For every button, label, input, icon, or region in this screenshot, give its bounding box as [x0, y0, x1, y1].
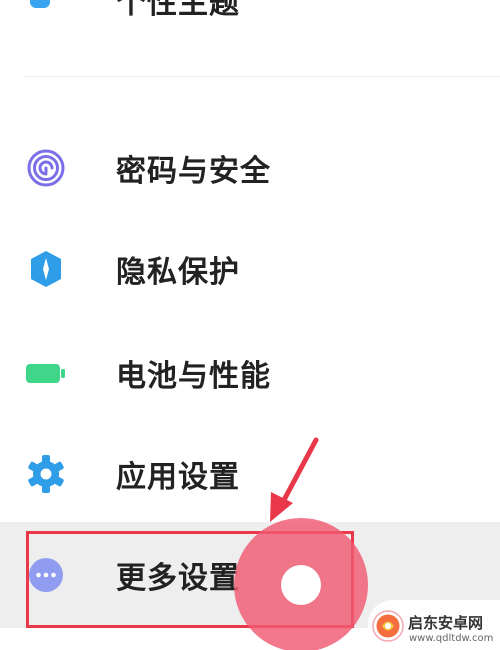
settings-item-app-settings[interactable]: 应用设置	[0, 424, 500, 524]
settings-item-label: 应用设置	[116, 460, 240, 495]
touch-indicator	[234, 518, 368, 650]
settings-item-label: 电池与性能	[116, 359, 271, 394]
touch-point	[281, 565, 321, 605]
settings-item-theme-label: 个性主题	[116, 0, 240, 21]
settings-item-theme[interactable]: 个性主题	[0, 0, 500, 30]
watermark: 启东安卓网 www.qdltdw.com	[368, 600, 500, 650]
settings-screen: 个性主题 密码与安全 隐私保护 电池与性能 应用设置 更多设置 启东安卓网 ww…	[0, 0, 500, 650]
more-dots-icon	[29, 558, 63, 592]
watermark-url: www.qdltdw.com	[409, 633, 494, 644]
settings-item-battery-performance[interactable]: 电池与性能	[0, 323, 500, 423]
battery-icon	[26, 364, 65, 383]
gear-icon	[28, 455, 64, 493]
settings-item-label: 隐私保护	[116, 255, 240, 290]
privacy-shield-icon	[31, 251, 61, 287]
theme-icon	[30, 0, 50, 8]
watermark-logo-icon	[372, 610, 404, 642]
settings-item-password-security[interactable]: 密码与安全	[0, 118, 500, 218]
settings-item-label: 更多设置	[116, 561, 240, 596]
settings-item-label: 密码与安全	[116, 154, 271, 189]
settings-item-privacy[interactable]: 隐私保护	[0, 219, 500, 319]
watermark-name: 启东安卓网	[408, 614, 484, 632]
fingerprint-icon	[27, 149, 65, 187]
section-divider	[24, 76, 500, 77]
